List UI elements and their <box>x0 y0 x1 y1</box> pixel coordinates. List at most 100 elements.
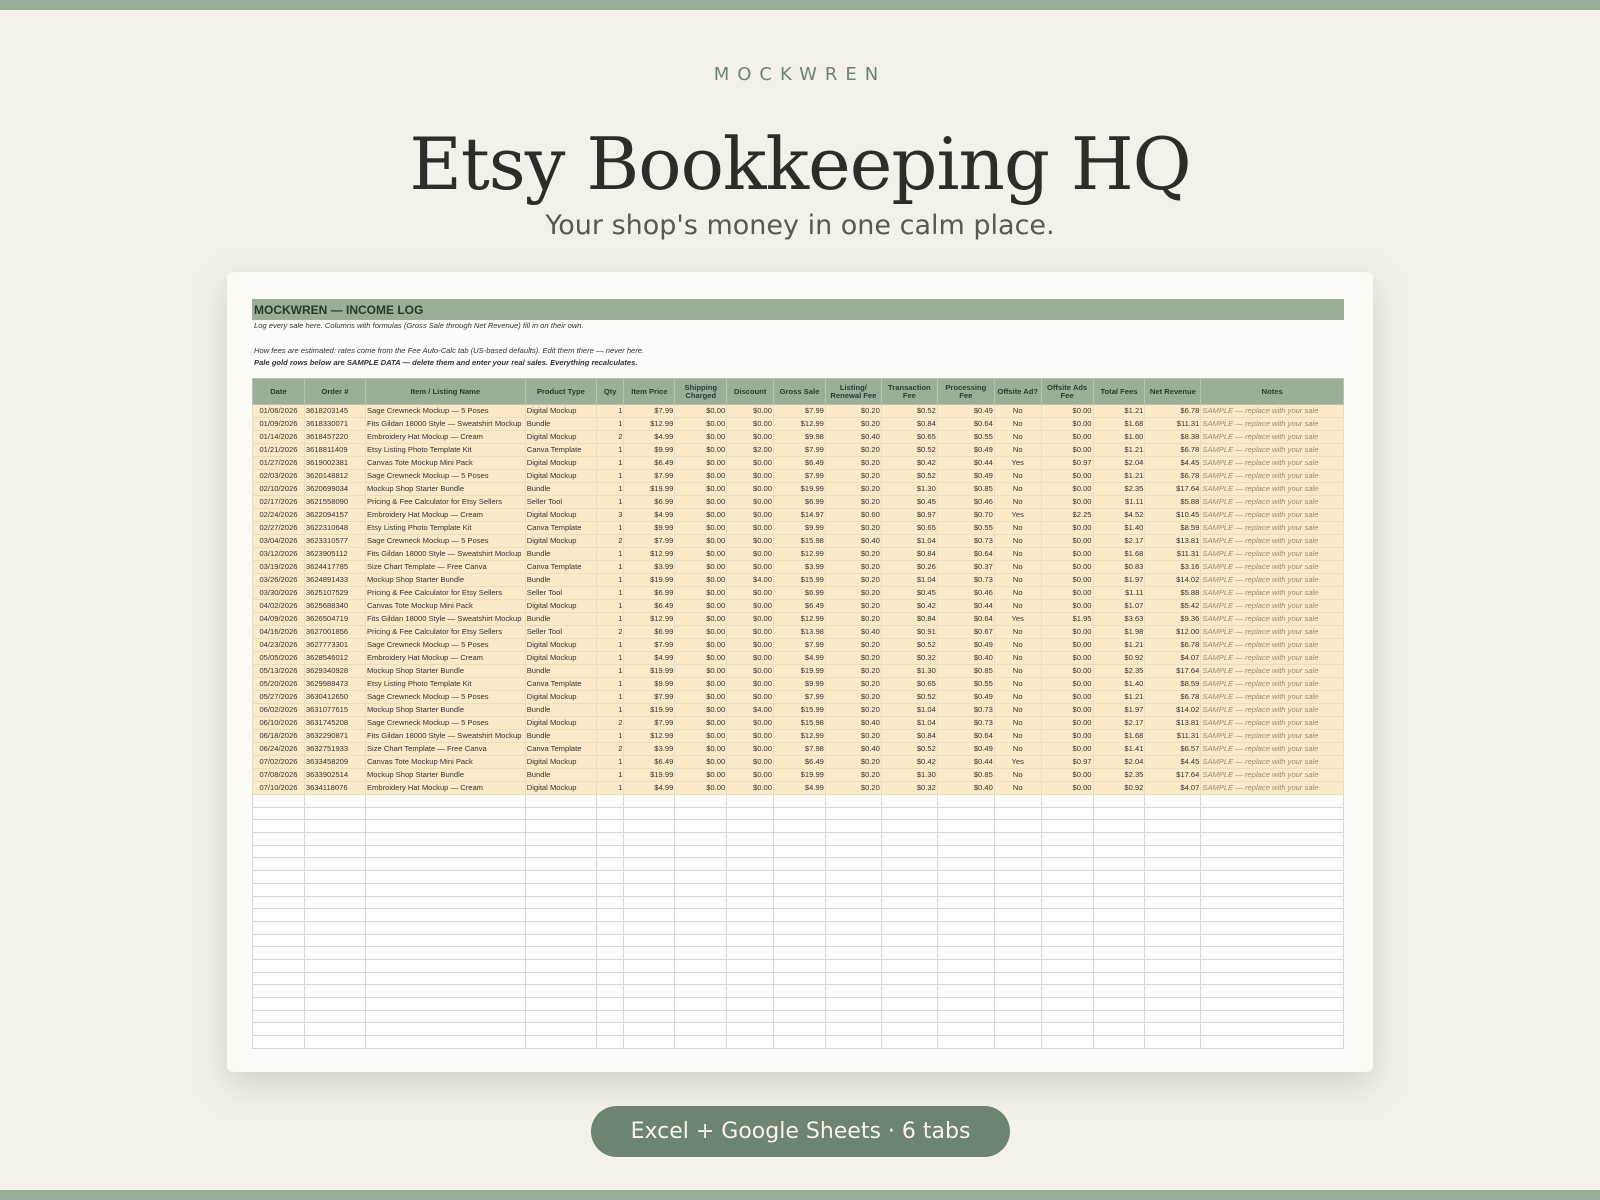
empty-cell[interactable] <box>623 946 676 960</box>
empty-cell[interactable] <box>773 806 826 821</box>
cell-gross-sale[interactable]: $12.99 <box>773 729 826 743</box>
cell-item-name[interactable]: Canvas Tote Mockup Mini Pack <box>364 599 526 613</box>
cell-processing-fee[interactable]: $0.55 <box>936 521 995 535</box>
empty-cell[interactable] <box>1144 908 1202 922</box>
empty-cell[interactable] <box>1144 857 1202 872</box>
empty-cell[interactable] <box>252 857 305 872</box>
cell-notes[interactable]: SAMPLE — replace with your sale <box>1200 573 1344 587</box>
empty-cell[interactable] <box>364 857 526 872</box>
cell-processing-fee[interactable]: $0.49 <box>936 638 995 652</box>
cell-total-fees[interactable]: $1.41 <box>1092 742 1146 756</box>
empty-cell[interactable] <box>773 819 826 834</box>
cell-order-number[interactable]: 3621558090 <box>303 495 366 509</box>
cell-offsite-ads-fee[interactable]: $0.00 <box>1040 638 1094 652</box>
cell-transaction-fee[interactable]: $0.65 <box>880 430 938 444</box>
cell-offsite-ads-fee[interactable]: $0.00 <box>1040 729 1094 743</box>
empty-cell[interactable] <box>993 832 1042 846</box>
cell-offsite-ads-fee[interactable]: $0.00 <box>1040 430 1094 444</box>
cell-processing-fee[interactable]: $0.37 <box>936 560 995 574</box>
cell-shipping-charged[interactable]: $0.00 <box>674 664 728 678</box>
empty-cell[interactable] <box>303 794 366 808</box>
cell-qty[interactable]: 1 <box>595 521 625 535</box>
cell-net-revenue[interactable]: $17.64 <box>1144 768 1202 782</box>
cell-total-fees[interactable]: $2.35 <box>1092 768 1146 782</box>
empty-cell[interactable] <box>824 819 882 834</box>
empty-cell[interactable] <box>524 844 597 859</box>
cell-transaction-fee[interactable]: $1.04 <box>880 573 938 587</box>
empty-cell[interactable] <box>936 857 995 872</box>
cell-item-name[interactable]: Pricing & Fee Calculator for Etsy Seller… <box>364 625 526 639</box>
empty-cell[interactable] <box>524 1035 597 1049</box>
cell-date[interactable]: 01/09/2026 <box>252 417 305 431</box>
cell-offsite-ad[interactable]: No <box>993 651 1042 665</box>
cell-discount[interactable]: $0.00 <box>726 508 775 522</box>
empty-cell[interactable] <box>880 895 938 910</box>
cell-gross-sale[interactable]: $6.49 <box>773 755 826 769</box>
empty-cell[interactable] <box>936 1035 995 1049</box>
cell-discount[interactable]: $0.00 <box>726 495 775 509</box>
empty-cell[interactable] <box>303 895 366 910</box>
cell-qty[interactable]: 1 <box>595 664 625 678</box>
cell-product-type[interactable]: Bundle <box>524 703 597 717</box>
cell-product-type[interactable]: Digital Mockup <box>524 456 597 470</box>
cell-net-revenue[interactable]: $6.78 <box>1144 690 1202 704</box>
cell-item-name[interactable]: Size Chart Template — Free Canva <box>364 560 526 574</box>
empty-cell[interactable] <box>1040 997 1094 1011</box>
empty-cell[interactable] <box>1200 857 1344 872</box>
cell-discount[interactable]: $0.00 <box>726 430 775 444</box>
cell-offsite-ads-fee[interactable]: $0.00 <box>1040 534 1094 548</box>
cell-listing-fee[interactable]: $0.20 <box>824 703 882 717</box>
cell-item-name[interactable]: Canvas Tote Mockup Mini Pack <box>364 456 526 470</box>
empty-cell[interactable] <box>880 1035 938 1049</box>
empty-cell[interactable] <box>595 1022 625 1037</box>
cell-discount[interactable]: $0.00 <box>726 755 775 769</box>
cell-discount[interactable]: $0.00 <box>726 651 775 665</box>
empty-cell[interactable] <box>880 819 938 834</box>
empty-cell[interactable] <box>252 908 305 922</box>
cell-processing-fee[interactable]: $0.40 <box>936 651 995 665</box>
empty-cell[interactable] <box>1092 958 1146 973</box>
empty-cell[interactable] <box>303 920 366 935</box>
empty-cell[interactable] <box>993 882 1042 897</box>
cell-total-fees[interactable]: $2.17 <box>1092 534 1146 548</box>
cell-product-type[interactable]: Digital Mockup <box>524 638 597 652</box>
empty-cell[interactable] <box>524 895 597 910</box>
cell-net-revenue[interactable]: $4.07 <box>1144 781 1202 795</box>
empty-cell[interactable] <box>936 819 995 834</box>
cell-item-name[interactable]: Etsy Listing Photo Template Kit <box>364 521 526 535</box>
cell-transaction-fee[interactable]: $0.65 <box>880 677 938 691</box>
cell-discount[interactable]: $0.00 <box>726 404 775 418</box>
cell-offsite-ad[interactable]: No <box>993 404 1042 418</box>
cell-net-revenue[interactable]: $13.81 <box>1144 534 1202 548</box>
cell-transaction-fee[interactable]: $0.45 <box>880 586 938 600</box>
cell-order-number[interactable]: 3633458209 <box>303 755 366 769</box>
empty-cell[interactable] <box>1040 857 1094 872</box>
cell-offsite-ad[interactable]: No <box>993 781 1042 795</box>
empty-cell[interactable] <box>1144 832 1202 846</box>
cell-offsite-ad[interactable]: No <box>993 482 1042 496</box>
cell-offsite-ads-fee[interactable]: $0.97 <box>1040 755 1094 769</box>
cell-offsite-ads-fee[interactable]: $0.00 <box>1040 482 1094 496</box>
empty-cell[interactable] <box>1144 1035 1202 1049</box>
cell-shipping-charged[interactable]: $0.00 <box>674 690 728 704</box>
empty-cell[interactable] <box>880 920 938 935</box>
empty-cell[interactable] <box>726 958 775 973</box>
empty-cell[interactable] <box>1092 946 1146 960</box>
cell-product-type[interactable]: Canva Template <box>524 677 597 691</box>
cell-transaction-fee[interactable]: $1.04 <box>880 534 938 548</box>
cell-shipping-charged[interactable]: $0.00 <box>674 768 728 782</box>
empty-cell[interactable] <box>623 933 676 948</box>
cell-date[interactable]: 02/27/2026 <box>252 521 305 535</box>
empty-cell[interactable] <box>824 1022 882 1037</box>
empty-cell[interactable] <box>1200 895 1344 910</box>
cell-processing-fee[interactable]: $0.55 <box>936 677 995 691</box>
empty-cell[interactable] <box>252 1009 305 1024</box>
cell-listing-fee[interactable]: $0.20 <box>824 417 882 431</box>
cell-total-fees[interactable]: $1.60 <box>1092 430 1146 444</box>
cell-gross-sale[interactable]: $4.99 <box>773 651 826 665</box>
empty-cell[interactable] <box>674 832 728 846</box>
column-header-gross-sale[interactable]: Gross Sale <box>773 378 826 405</box>
empty-cell[interactable] <box>824 895 882 910</box>
empty-cell[interactable] <box>1040 870 1094 884</box>
empty-cell[interactable] <box>623 997 676 1011</box>
